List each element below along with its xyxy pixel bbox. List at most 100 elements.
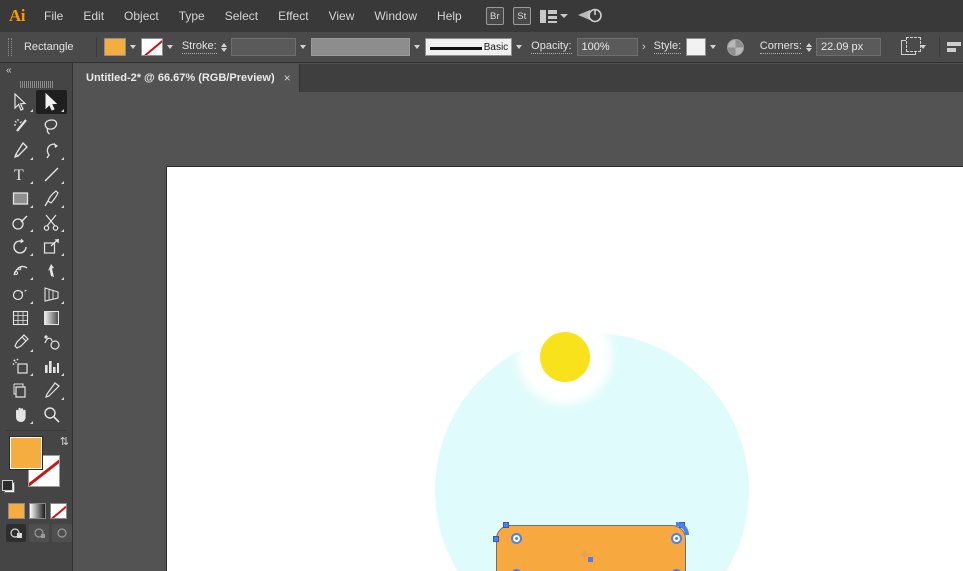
workspace-switcher-icon[interactable]: [577, 6, 603, 26]
tool-slice[interactable]: [36, 378, 67, 402]
menu-edit[interactable]: Edit: [73, 0, 114, 32]
tool-type[interactable]: T: [5, 162, 36, 186]
paintbrush-icon: [43, 190, 60, 207]
chevron-down-icon[interactable]: [516, 45, 522, 49]
tool-scissors[interactable]: [36, 210, 67, 234]
tool-mesh[interactable]: [5, 306, 36, 330]
screen-mode[interactable]: [52, 524, 72, 542]
control-bar-grip[interactable]: [8, 38, 12, 56]
tool-line-segment[interactable]: [36, 162, 67, 186]
rotate-icon: [12, 238, 29, 255]
menu-object[interactable]: Object: [114, 0, 169, 32]
pen-icon: [12, 142, 29, 159]
blend-icon: [43, 334, 60, 351]
document-tab[interactable]: Untitled-2* @ 66.67% (RGB/Preview) ×: [75, 64, 300, 92]
stroke-weight-input[interactable]: [231, 38, 296, 56]
collapse-panel-icon[interactable]: «: [0, 63, 72, 78]
drawing-mode-normal[interactable]: [6, 524, 26, 542]
brush-definition-select[interactable]: Basic: [425, 38, 512, 56]
stroke-swatch[interactable]: [141, 38, 163, 56]
menu-window[interactable]: Window: [364, 0, 427, 32]
selection-handle-left-middle[interactable]: [493, 536, 499, 542]
menu-select[interactable]: Select: [215, 0, 268, 32]
fill-color-swatch[interactable]: [10, 437, 42, 469]
chevron-down-icon[interactable]: [130, 45, 136, 49]
tool-blend[interactable]: [36, 330, 67, 354]
paint-mode-gradient[interactable]: [29, 503, 46, 519]
tool-rotate[interactable]: [5, 234, 36, 258]
tool-eyedropper[interactable]: [5, 330, 36, 354]
curvature-icon: [43, 142, 60, 159]
tool-lasso[interactable]: [36, 114, 67, 138]
selected-rounded-rectangle[interactable]: [496, 525, 686, 571]
corners-label[interactable]: Corners:: [760, 40, 802, 54]
tool-symbol-sprayer[interactable]: [5, 354, 36, 378]
stroke-weight-label[interactable]: Stroke:: [182, 40, 217, 54]
opacity-input[interactable]: 100%: [577, 38, 638, 56]
tool-magic-wand[interactable]: [5, 114, 36, 138]
tool-column-graph[interactable]: [36, 354, 67, 378]
arrange-documents-button[interactable]: [540, 10, 568, 23]
selection-handle-top-left[interactable]: [503, 522, 509, 528]
menu-bar-right-tools: Br St: [486, 6, 603, 26]
close-icon[interactable]: ×: [284, 72, 291, 84]
tool-group-indicator: [30, 181, 33, 184]
canvas-area[interactable]: ✚: [73, 92, 963, 571]
default-fill-stroke-icon[interactable]: [4, 482, 15, 493]
tool-group-indicator: [30, 349, 33, 352]
paint-mode-color[interactable]: [8, 503, 25, 519]
align-icon[interactable]: [947, 40, 963, 54]
tool-pen[interactable]: [5, 138, 36, 162]
chevron-down-icon[interactable]: [710, 45, 716, 49]
tool-shape-builder[interactable]: [5, 282, 36, 306]
tool-gradient[interactable]: [36, 306, 67, 330]
style-label[interactable]: Style:: [654, 40, 682, 54]
stroke-profile-select[interactable]: [311, 38, 410, 56]
graphic-style-swatch[interactable]: [686, 38, 706, 56]
corners-stepper[interactable]: [806, 43, 812, 52]
tool-free-transform[interactable]: [36, 258, 67, 282]
tool-zoom[interactable]: [36, 402, 67, 426]
tool-direct-selection[interactable]: [5, 90, 36, 114]
corners-input[interactable]: 22.09 px: [816, 38, 881, 56]
artboard[interactable]: ✚: [167, 167, 963, 571]
magic-wand-icon: [12, 118, 29, 135]
free-transform-icon: [43, 262, 60, 279]
opacity-flyout-icon[interactable]: ›: [642, 41, 646, 53]
fill-swatch[interactable]: [104, 38, 126, 56]
menu-type[interactable]: Type: [169, 0, 215, 32]
opacity-label[interactable]: Opacity:: [531, 40, 571, 54]
menu-file[interactable]: File: [34, 0, 73, 32]
tool-scale[interactable]: [36, 234, 67, 258]
tool-selection[interactable]: [36, 90, 67, 114]
sun-circle[interactable]: [540, 332, 590, 382]
chevron-down-icon[interactable]: [300, 45, 306, 49]
menu-view[interactable]: View: [319, 0, 365, 32]
bridge-button[interactable]: Br: [486, 7, 504, 25]
chevron-down-icon: [560, 14, 568, 18]
tools-panel-grip[interactable]: [0, 78, 72, 90]
tool-shaper[interactable]: [5, 210, 36, 234]
corner-widget-top-left[interactable]: [511, 533, 522, 544]
tool-rectangle[interactable]: [5, 186, 36, 210]
center-anchor-point[interactable]: [588, 557, 593, 562]
swap-fill-stroke-icon[interactable]: ⇅: [60, 435, 69, 448]
tool-width[interactable]: [5, 258, 36, 282]
tool-perspective-grid[interactable]: [36, 282, 67, 306]
chevron-down-icon[interactable]: [414, 45, 420, 49]
transform-icon[interactable]: [901, 40, 916, 55]
paint-mode-buttons: [0, 499, 72, 519]
stroke-weight-stepper[interactable]: [221, 43, 227, 52]
menu-help[interactable]: Help: [427, 0, 472, 32]
recolor-artwork-icon[interactable]: [727, 39, 744, 56]
menu-effect[interactable]: Effect: [268, 0, 318, 32]
chevron-down-icon[interactable]: [167, 45, 173, 49]
lasso-icon: [43, 118, 60, 135]
drawing-mode-behind[interactable]: [29, 524, 49, 542]
stock-button[interactable]: St: [513, 7, 531, 25]
tool-hand[interactable]: [5, 402, 36, 426]
tool-curvature[interactable]: [36, 138, 67, 162]
paint-mode-none[interactable]: [50, 503, 67, 519]
tool-artboard[interactable]: [5, 378, 36, 402]
tool-paintbrush[interactable]: [36, 186, 67, 210]
